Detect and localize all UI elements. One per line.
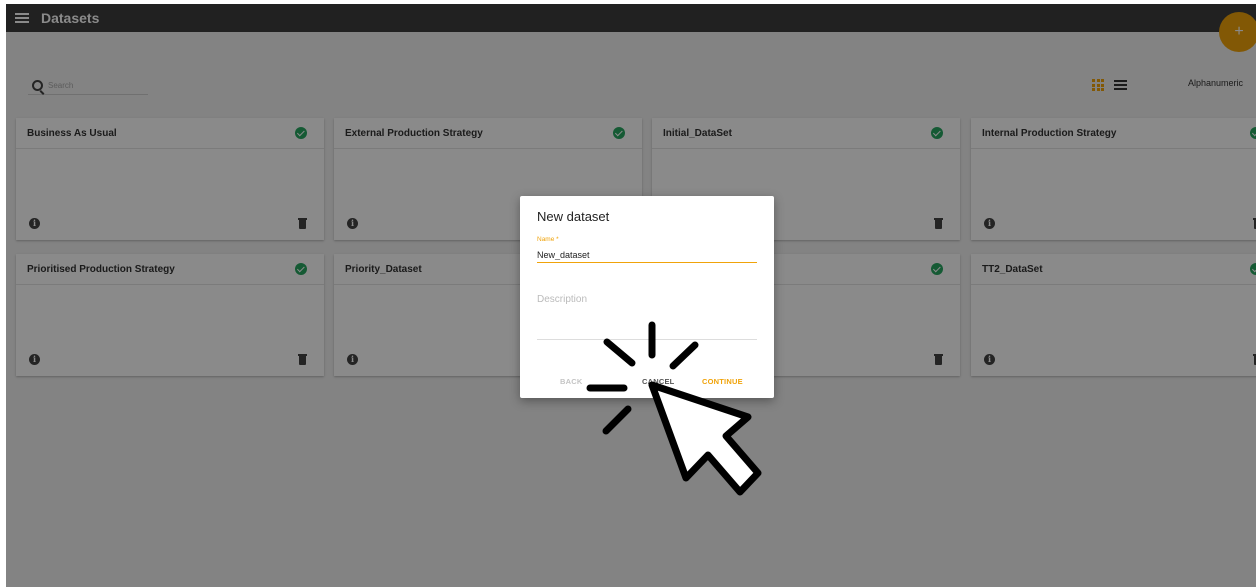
dialog-title: New dataset	[537, 209, 610, 224]
description-input[interactable]	[537, 294, 757, 340]
app-window: Datasets Alphanumeric Business As Usual …	[6, 4, 1256, 587]
name-input[interactable]	[537, 247, 757, 263]
new-dataset-dialog: New dataset Name * BACK CANCEL CONTINUE	[520, 196, 774, 398]
continue-button[interactable]: CONTINUE	[702, 377, 743, 386]
back-button[interactable]: BACK	[560, 377, 582, 386]
name-field-label: Name *	[537, 236, 559, 243]
cancel-button[interactable]: CANCEL	[642, 377, 674, 386]
